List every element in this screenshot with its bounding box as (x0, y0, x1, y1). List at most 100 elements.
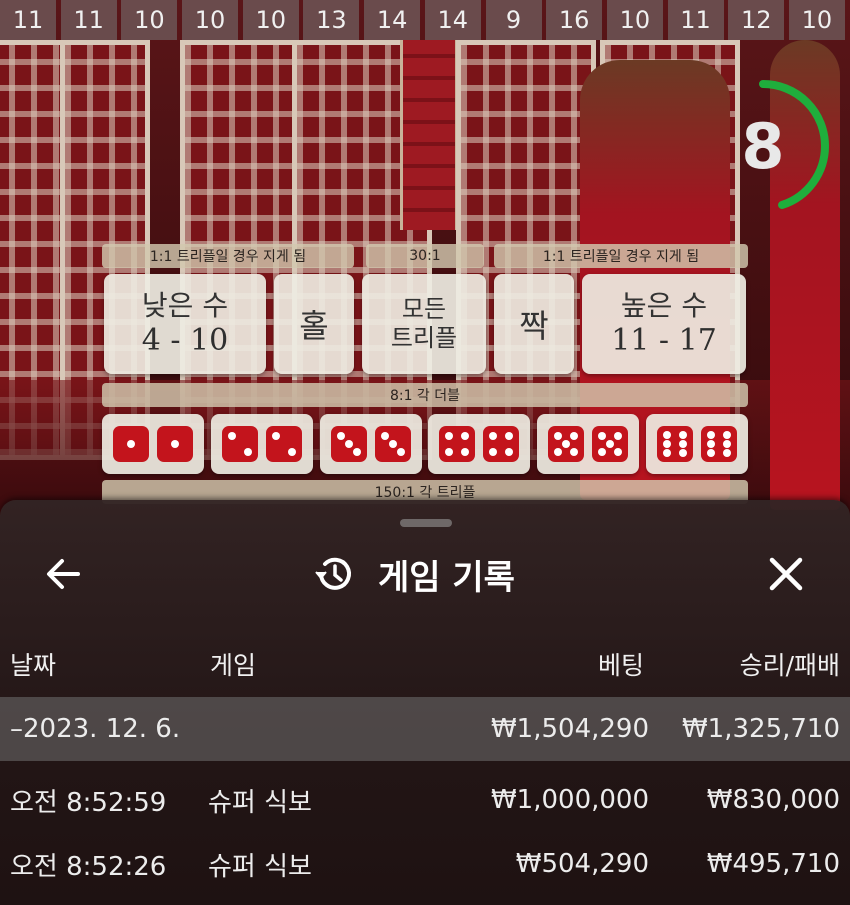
payout-any-triple: 30:1 (366, 244, 484, 268)
die-pip (707, 431, 715, 439)
row-winloss: ₩495,710 (706, 849, 840, 879)
bet-low[interactable]: 낮은 수 4 - 10 (104, 274, 266, 374)
back-button[interactable] (40, 550, 88, 598)
die-pip (614, 432, 623, 440)
die-icon (657, 426, 693, 462)
bet-double-2[interactable] (210, 414, 313, 474)
die-pip (679, 431, 687, 439)
bet-high-range: 11 - 17 (611, 323, 717, 358)
countdown-timer: 8 (696, 76, 830, 216)
curtain-panel (400, 40, 458, 230)
die-icon (265, 426, 302, 462)
die-icon (330, 426, 367, 462)
die-pip (679, 449, 687, 457)
die-icon (592, 426, 629, 462)
history-result: 11 (667, 0, 724, 40)
die-pip (554, 448, 563, 456)
game-history-panel: 게임 기록 날짜 게임 베팅 승리/패배 –2023. 12. 6. ₩1,50… (0, 500, 850, 905)
bet-odd-label: 홀 (299, 307, 329, 345)
bet-even-label: 짝 (519, 307, 549, 345)
die-pip (380, 432, 389, 440)
die-icon (221, 426, 258, 462)
bet-low-range: 4 - 10 (141, 323, 229, 358)
die-icon (439, 426, 476, 462)
history-result: 10 (182, 0, 239, 40)
column-header-bet: 베팅 (597, 651, 644, 680)
die-pip (707, 449, 715, 457)
payout-high: 1:1 트리플일 경우 지게 됨 (494, 244, 748, 268)
die-pip (614, 448, 623, 456)
summary-winloss: ₩1,325,710 (681, 714, 840, 744)
panel-title: 게임 기록 (378, 557, 515, 598)
die-pip (227, 432, 236, 440)
history-result: 12 (728, 0, 785, 40)
bet-double-3[interactable] (319, 414, 422, 474)
drag-handle[interactable] (400, 519, 452, 527)
die-pip (723, 440, 731, 448)
result-history-strip: 11 11 10 10 10 13 14 14 9 16 10 11 12 10 (0, 0, 850, 40)
bet-double-4[interactable] (428, 414, 531, 474)
die-pip (445, 448, 454, 456)
history-result: 14 (424, 0, 481, 40)
column-header-date: 날짜 (10, 651, 57, 680)
die-icon (701, 426, 737, 462)
arrow-left-icon (47, 559, 80, 589)
history-row[interactable]: 오전 8:52:59 슈퍼 식보 ₩1,000,000 ₩830,000 (0, 768, 850, 832)
die-pip (663, 431, 671, 439)
die-pip (505, 432, 514, 440)
history-result: 10 (606, 0, 663, 40)
history-icon (315, 557, 351, 590)
row-time: 오전 8:52:59 (10, 787, 167, 818)
row-time: 오전 8:52:26 (10, 851, 167, 882)
die-icon (157, 426, 193, 462)
die-pip (352, 448, 361, 456)
column-header-game: 게임 (210, 651, 257, 680)
bet-odd[interactable]: 홀 (274, 274, 354, 374)
summary-date: –2023. 12. 6. (10, 714, 181, 744)
die-pip (271, 432, 280, 440)
die-pip (707, 440, 715, 448)
timer-value: 8 (741, 109, 785, 183)
die-pip (723, 431, 731, 439)
bet-any-triple-line1: 모든 (401, 295, 447, 323)
panel-header: 게임 기록 (312, 546, 515, 602)
die-pip (606, 440, 615, 448)
history-result: 10 (788, 0, 845, 40)
bet-even[interactable]: 짝 (494, 274, 574, 374)
history-result: 9 (485, 0, 542, 40)
die-pip (489, 448, 498, 456)
die-pip (489, 432, 498, 440)
payout-doubles: 8:1 각 더블 (102, 383, 748, 407)
row-game: 슈퍼 식보 (208, 851, 312, 882)
bet-double-6[interactable] (646, 414, 748, 474)
bet-double-1[interactable] (102, 414, 204, 474)
bet-low-title: 낮은 수 (141, 289, 229, 322)
column-header-winloss: 승리/패배 (739, 651, 840, 680)
die-pip (723, 449, 731, 457)
close-button[interactable] (762, 550, 810, 598)
summary-bet: ₩1,504,290 (490, 714, 649, 744)
die-pip (562, 440, 571, 448)
date-summary-row[interactable]: –2023. 12. 6. ₩1,504,290 ₩1,325,710 (0, 697, 850, 761)
die-pip (554, 432, 563, 440)
bet-any-triple-line2: 트리플 (390, 324, 458, 352)
row-bet: ₩504,290 (515, 849, 649, 879)
die-pip (663, 440, 671, 448)
die-pip (663, 449, 671, 457)
die-pip (336, 432, 345, 440)
die-pip (344, 440, 353, 448)
close-icon (769, 557, 803, 591)
die-pip (445, 432, 454, 440)
bet-any-triple[interactable]: 모든 트리플 (362, 274, 486, 374)
payout-low: 1:1 트리플일 경우 지게 됨 (102, 244, 354, 268)
row-winloss: ₩830,000 (706, 785, 840, 815)
die-pip (461, 448, 470, 456)
bet-high[interactable]: 높은 수 11 - 17 (582, 274, 746, 374)
row-game: 슈퍼 식보 (208, 787, 312, 818)
die-pip (679, 440, 687, 448)
die-pip (461, 432, 470, 440)
die-pip (171, 440, 179, 448)
history-row[interactable]: 오전 8:52:26 슈퍼 식보 ₩504,290 ₩495,710 (0, 832, 850, 896)
bet-double-5[interactable] (537, 414, 640, 474)
die-icon (483, 426, 520, 462)
